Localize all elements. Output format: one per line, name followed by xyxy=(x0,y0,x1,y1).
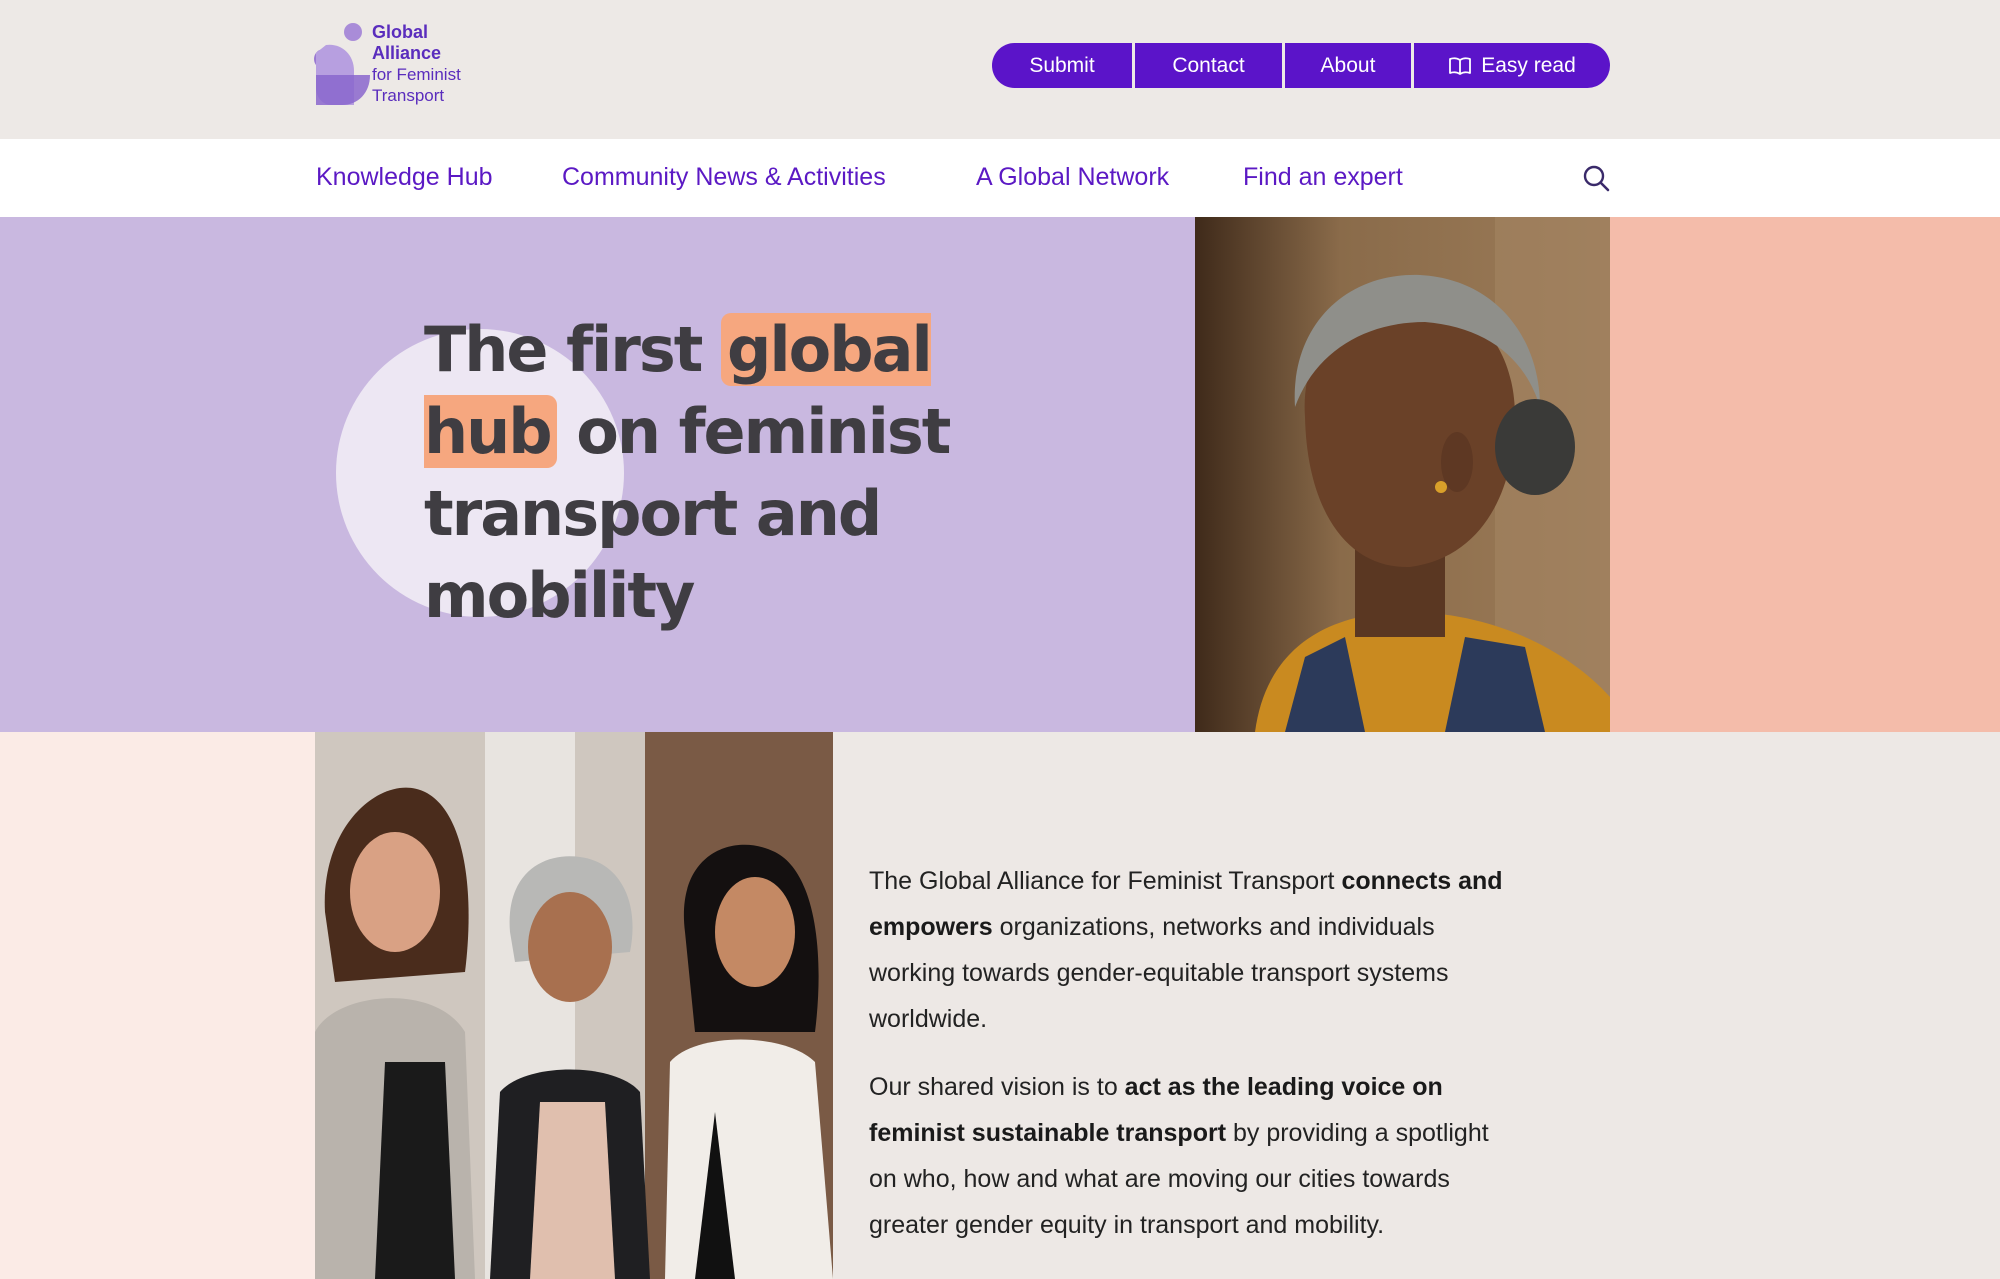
contact-label: Contact xyxy=(1172,53,1245,77)
utility-links: Submit Contact About Easy read xyxy=(992,43,1610,88)
logo-mark-icon xyxy=(314,23,370,105)
hero-accent-panel xyxy=(1610,217,2000,732)
intro-text: The Global Alliance for Feminist Transpo… xyxy=(869,858,1509,1270)
intro-paragraph-2: Our shared vision is to act as the leadi… xyxy=(869,1064,1509,1248)
top-bar: Global Alliance for Feminist Transport S… xyxy=(0,0,2000,139)
logo-text: Global Alliance for Feminist Transport xyxy=(372,22,461,106)
submit-label: Submit xyxy=(1029,53,1095,77)
about-button[interactable]: About xyxy=(1285,43,1411,88)
search-icon[interactable] xyxy=(1582,164,1610,192)
open-book-icon xyxy=(1449,56,1472,75)
submit-button[interactable]: Submit xyxy=(992,43,1132,88)
easy-read-button[interactable]: Easy read xyxy=(1414,43,1610,88)
site-logo[interactable]: Global Alliance for Feminist Transport xyxy=(314,20,484,110)
hero-panel: The first global hub on feminist transpo… xyxy=(0,217,1195,732)
logo-line-global: Global xyxy=(372,22,429,42)
nav-item-find-expert[interactable]: Find an expert xyxy=(1243,163,1403,192)
hero-section: The first global hub on feminist transpo… xyxy=(0,217,2000,732)
lower-accent-panel xyxy=(0,732,315,1279)
hero-portrait-image xyxy=(1195,217,1610,732)
hero-title: The first global hub on feminist transpo… xyxy=(424,309,1064,637)
easy-read-label: Easy read xyxy=(1481,53,1576,77)
intro-paragraph-1: The Global Alliance for Feminist Transpo… xyxy=(869,858,1509,1042)
nav-item-knowledge-hub[interactable]: Knowledge Hub xyxy=(316,163,493,192)
intro-p2-text-a: Our shared vision is to xyxy=(869,1073,1125,1101)
contact-button[interactable]: Contact xyxy=(1135,43,1282,88)
group-illustration xyxy=(315,732,833,1279)
logo-line-for-feminist: for Feminist xyxy=(372,65,461,84)
main-nav: Knowledge Hub Community News & Activitie… xyxy=(0,139,2000,217)
nav-item-global-network[interactable]: A Global Network xyxy=(976,163,1169,192)
hero-title-part1: The first xyxy=(424,313,721,386)
nav-item-community-news[interactable]: Community News & Activities xyxy=(562,163,886,192)
group-photo-image xyxy=(315,732,833,1279)
portrait-illustration xyxy=(1195,217,1610,732)
logo-line-alliance: Alliance xyxy=(372,43,442,63)
intro-p1-text-a: The Global Alliance for Feminist Transpo… xyxy=(869,867,1342,895)
logo-line-transport: Transport xyxy=(372,86,445,105)
about-label: About xyxy=(1320,53,1376,77)
